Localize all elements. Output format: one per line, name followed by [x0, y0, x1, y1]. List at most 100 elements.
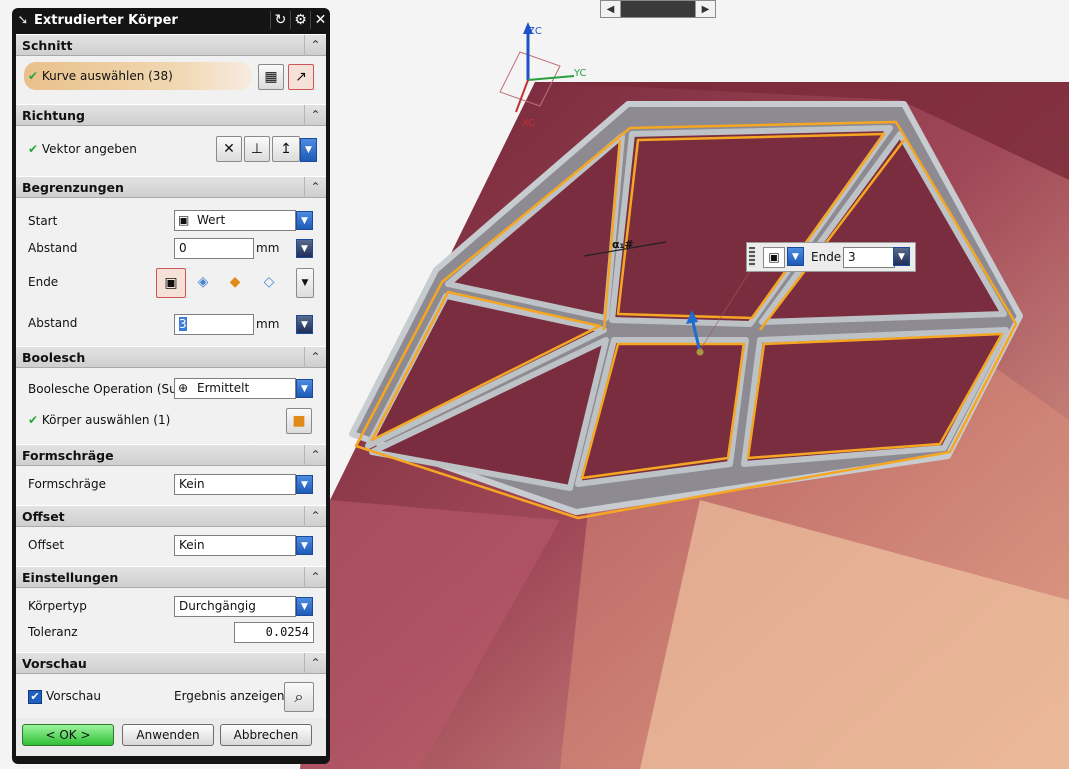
- chevron-down-icon[interactable]: ▼: [296, 268, 314, 298]
- onscreen-value-field[interactable]: 3: [843, 247, 895, 268]
- section-formschraege-header[interactable]: Formschräge ⌃: [16, 444, 326, 466]
- collapse-icon[interactable]: ⌃: [304, 35, 326, 56]
- collapse-icon[interactable]: ⌃: [304, 567, 326, 588]
- drag-handle[interactable]: [749, 247, 755, 267]
- collapse-icon[interactable]: ⌃: [304, 506, 326, 527]
- scroll-right-button[interactable]: ▶: [695, 1, 715, 17]
- section-einstellungen-body: Körpertyp Durchgängig ▼ Toleranz 0.0254: [16, 588, 326, 652]
- tolerance-label: Toleranz: [28, 625, 78, 639]
- start-select[interactable]: Wert: [174, 210, 296, 231]
- chevron-down-icon[interactable]: ▼: [300, 138, 317, 162]
- section-title: Einstellungen: [22, 570, 119, 585]
- body-type-select[interactable]: Durchgängig: [174, 596, 296, 617]
- until-selected-icon[interactable]: ◆: [222, 270, 248, 296]
- unit-label: mm: [256, 317, 280, 331]
- vector-dialog-icon[interactable]: ⊥: [244, 136, 270, 162]
- vector-type-icon[interactable]: ↥: [272, 136, 300, 162]
- chevron-down-icon[interactable]: ▼: [296, 536, 313, 555]
- select-curve-icon[interactable]: ↗: [288, 64, 314, 90]
- chevron-down-icon[interactable]: ▼: [296, 597, 313, 616]
- collapse-icon[interactable]: ⌃: [304, 347, 326, 368]
- ok-button[interactable]: < OK >: [22, 724, 114, 746]
- until-extended-icon[interactable]: ◇: [256, 270, 282, 296]
- dialog-titlebar[interactable]: ➘ Extrudierter Körper ↻ ⚙ ✕: [12, 8, 330, 32]
- preview-checkbox[interactable]: ✔: [28, 690, 42, 704]
- boolean-operation-label: Boolesche Operation (Su: [28, 382, 177, 396]
- top-scrollbar[interactable]: ◀ ▶: [600, 0, 716, 18]
- section-richtung-header[interactable]: Richtung ⌃: [16, 104, 326, 126]
- dialog-title: Extrudierter Körper: [34, 12, 178, 28]
- section-schnitt-body: ✔ Kurve auswählen (38) ▦ ↗: [16, 56, 326, 104]
- collapse-icon[interactable]: ⌃: [304, 177, 326, 198]
- reverse-direction-icon[interactable]: ✕: [216, 136, 242, 162]
- value-menu-button[interactable]: ▼: [893, 247, 910, 266]
- section-richtung-body: ✔ Vektor angeben ✕ ⊥ ↥ ▼: [16, 126, 326, 176]
- dialog-body: Schnitt ⌃ ✔ Kurve auswählen (38) ▦ ↗ Ric…: [16, 34, 326, 756]
- check-icon: ✔: [28, 413, 39, 427]
- offset-select[interactable]: Kein: [174, 535, 296, 556]
- section-begrenzungen-body: Start Wert ▣ ▼ Abstand 0 mm ▼ Ende ▣ ◈ ◆…: [16, 198, 326, 346]
- section-title: Boolesch: [22, 350, 86, 365]
- onscreen-input-ende: ▣ ▼ Ende 3 ▼: [746, 242, 916, 272]
- value-menu-button[interactable]: ▼: [296, 315, 313, 334]
- section-einstellungen-header[interactable]: Einstellungen ⌃: [16, 566, 326, 588]
- offset-label: Offset: [28, 538, 65, 552]
- boolean-icon: ⊕: [178, 381, 189, 395]
- sketch-section-icon[interactable]: ▦: [258, 64, 284, 90]
- body-type-label: Körpertyp: [28, 599, 87, 613]
- section-title: Vorschau: [22, 656, 87, 671]
- collapse-icon[interactable]: ⌃: [304, 653, 326, 674]
- curve-select-label: Kurve auswählen (38): [41, 69, 173, 83]
- chevron-down-icon[interactable]: ▼: [296, 211, 313, 230]
- scroll-thumb[interactable]: [621, 1, 695, 17]
- start-label: Start: [28, 214, 58, 228]
- cube-icon[interactable]: ▣: [763, 247, 785, 268]
- section-title: Begrenzungen: [22, 180, 124, 195]
- chevron-down-icon[interactable]: ▼: [787, 247, 804, 266]
- section-boolesch-header[interactable]: Boolesch ⌃: [16, 346, 326, 368]
- ende-label: Ende: [28, 275, 59, 289]
- chevron-down-icon[interactable]: ▼: [296, 475, 313, 494]
- chevron-down-icon[interactable]: ▼: [296, 379, 313, 398]
- apply-button[interactable]: Anwenden: [122, 724, 214, 746]
- show-result-label: Ergebnis anzeigen: [174, 689, 285, 703]
- abstand-start-label: Abstand: [28, 241, 78, 255]
- reset-icon[interactable]: ↻: [270, 11, 290, 29]
- tolerance-field[interactable]: 0.0254: [234, 622, 314, 643]
- section-offset-header[interactable]: Offset ⌃: [16, 505, 326, 527]
- vector-label: Vektor angeben: [41, 142, 137, 156]
- abstand-ende-label: Abstand: [28, 316, 78, 330]
- cube-icon: ▣: [178, 213, 190, 227]
- gear-icon[interactable]: ⚙: [290, 11, 310, 29]
- section-title: Schnitt: [22, 38, 73, 53]
- section-offset-body: Offset Kein ▼: [16, 527, 326, 566]
- section-title: Formschräge: [22, 448, 114, 463]
- boolean-operation-select[interactable]: Ermittelt: [174, 378, 296, 399]
- abstand-start-field[interactable]: 0: [174, 238, 254, 259]
- section-schnitt-header[interactable]: Schnitt ⌃: [16, 34, 326, 56]
- check-icon: ✔: [28, 69, 39, 83]
- abstand-ende-field[interactable]: 3: [174, 314, 254, 335]
- collapse-icon[interactable]: ⌃: [304, 105, 326, 126]
- collapse-icon[interactable]: ⌃: [304, 445, 326, 466]
- value-menu-button[interactable]: ▼: [296, 239, 313, 258]
- svg-text:ZC: ZC: [528, 26, 542, 37]
- dimension-label[interactable]: α₁#: [612, 238, 634, 251]
- magnifier-icon[interactable]: ⌕: [284, 682, 314, 712]
- select-body-icon[interactable]: ■: [286, 408, 312, 434]
- svg-text:YC: YC: [573, 68, 587, 79]
- section-title: Offset: [22, 509, 65, 524]
- close-icon[interactable]: ✕: [310, 11, 330, 29]
- section-vorschau-header[interactable]: Vorschau ⌃: [16, 652, 326, 674]
- section-vorschau-body: ✔ Vorschau Ergebnis anzeigen ⌕: [16, 674, 326, 718]
- extrude-dialog: ➘ Extrudierter Körper ↻ ⚙ ✕ Schnitt ⌃ ✔ …: [12, 8, 330, 764]
- draft-label: Formschräge: [28, 477, 106, 491]
- scroll-left-button[interactable]: ◀: [601, 1, 621, 17]
- section-formschraege-body: Formschräge Kein ▼: [16, 466, 326, 505]
- unit-label: mm: [256, 241, 280, 255]
- ende-value-icon[interactable]: ▣: [156, 268, 186, 298]
- draft-select[interactable]: Kein: [174, 474, 296, 495]
- section-begrenzungen-header[interactable]: Begrenzungen ⌃: [16, 176, 326, 198]
- until-next-icon[interactable]: ◈: [190, 270, 216, 296]
- cancel-button[interactable]: Abbrechen: [220, 724, 312, 746]
